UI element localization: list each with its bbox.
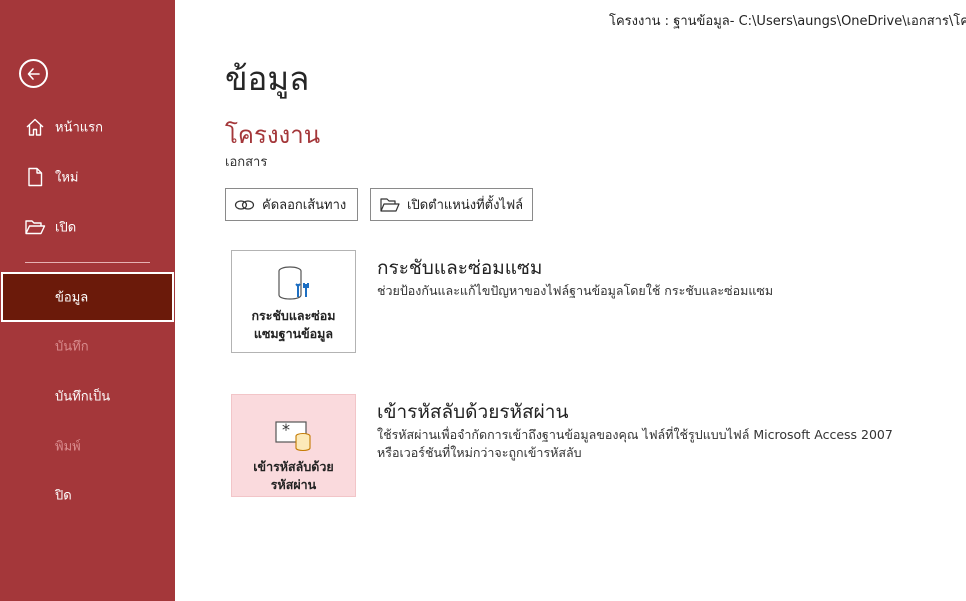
nav-item-label: เปิด [55,220,77,236]
project-location: เอกสาร [225,155,268,170]
nav-item-home[interactable]: หน้าแรก [0,107,175,147]
link-icon [234,196,256,214]
nav-item-open[interactable]: เปิด [0,207,175,247]
new-document-icon [28,167,43,187]
compact-repair-description: ช่วยป้องกันและแก้ไขปัญหาของไฟล์ฐานข้อมูล… [377,283,774,298]
nav-item-label: บันทึกเป็น [55,389,111,405]
encrypt-description-line2: หรือเวอร์ชันที่ใหม่กว่าจะถูกเข้ารหัสลับ [377,445,582,460]
home-icon [26,118,44,136]
page-title: ข้อมูล [225,59,310,98]
nav-item-label: หน้าแรก [55,120,103,136]
nav-item-close[interactable]: ปิด [0,475,175,515]
nav-item-label: พิมพ์ [55,439,81,455]
encrypt-heading: เข้ารหัสลับด้วยรหัสผ่าน [377,401,569,423]
backstage-sidebar: หน้าแรก ใหม่ เปิด ข้อมูล บันทึก บันทึกเป… [0,0,175,601]
nav-item-info[interactable]: ข้อมูล [1,272,174,322]
compact-repair-button[interactable]: กระชับและซ่อม แซมฐานข้อมูล [231,250,356,353]
back-arrow-icon [27,67,40,80]
window-title: โครงงาน : ฐานข้อมูล- C:\Users\aungs\OneD… [609,14,966,29]
project-name: โครงงาน [225,121,321,149]
back-button[interactable] [19,59,48,88]
encrypt-with-password-button[interactable]: * เข้ารหัสลับด้วย รหัสผ่าน [231,394,356,497]
encrypt-description-line1: ใช้รหัสผ่านเพื่อจำกัดการเข้าถึงฐานข้อมูล… [377,427,893,442]
compact-repair-heading: กระชับและซ่อมแซม [377,257,543,279]
compact-tile-label-line1: กระชับและซ่อม [251,308,336,323]
nav-item-label: ข้อมูล [55,290,89,306]
open-file-location-button[interactable]: เปิดตำแหน่งที่ตั้งไฟล์ [370,188,533,221]
svg-text:*: * [282,420,290,439]
nav-item-label: ใหม่ [55,170,79,186]
nav-item-save-as[interactable]: บันทึกเป็น [0,376,175,416]
nav-divider [25,262,150,263]
copy-path-label: คัดลอกเส้นทาง [262,198,347,213]
password-database-icon: * [274,420,311,452]
nav-item-label: บันทึก [55,339,89,355]
encrypt-description: ใช้รหัสผ่านเพื่อจำกัดการเข้าถึงฐานข้อมูล… [377,426,893,462]
open-folder-icon [25,220,46,235]
open-location-label: เปิดตำแหน่งที่ตั้งไฟล์ [407,198,524,213]
nav-item-new[interactable]: ใหม่ [0,157,175,197]
encrypt-tile-label-line2: รหัสผ่าน [270,477,317,492]
open-folder-icon [379,196,401,214]
copy-path-button[interactable]: คัดลอกเส้นทาง [225,188,358,221]
nav-item-label: ปิด [55,488,72,504]
nav-item-save: บันทึก [0,326,175,366]
nav-item-print: พิมพ์ [0,426,175,466]
encrypt-tile-label-line1: เข้ารหัสลับด้วย [253,459,334,474]
compact-tile-label-line2: แซมฐานข้อมูล [253,326,334,341]
database-tools-icon [277,266,309,300]
